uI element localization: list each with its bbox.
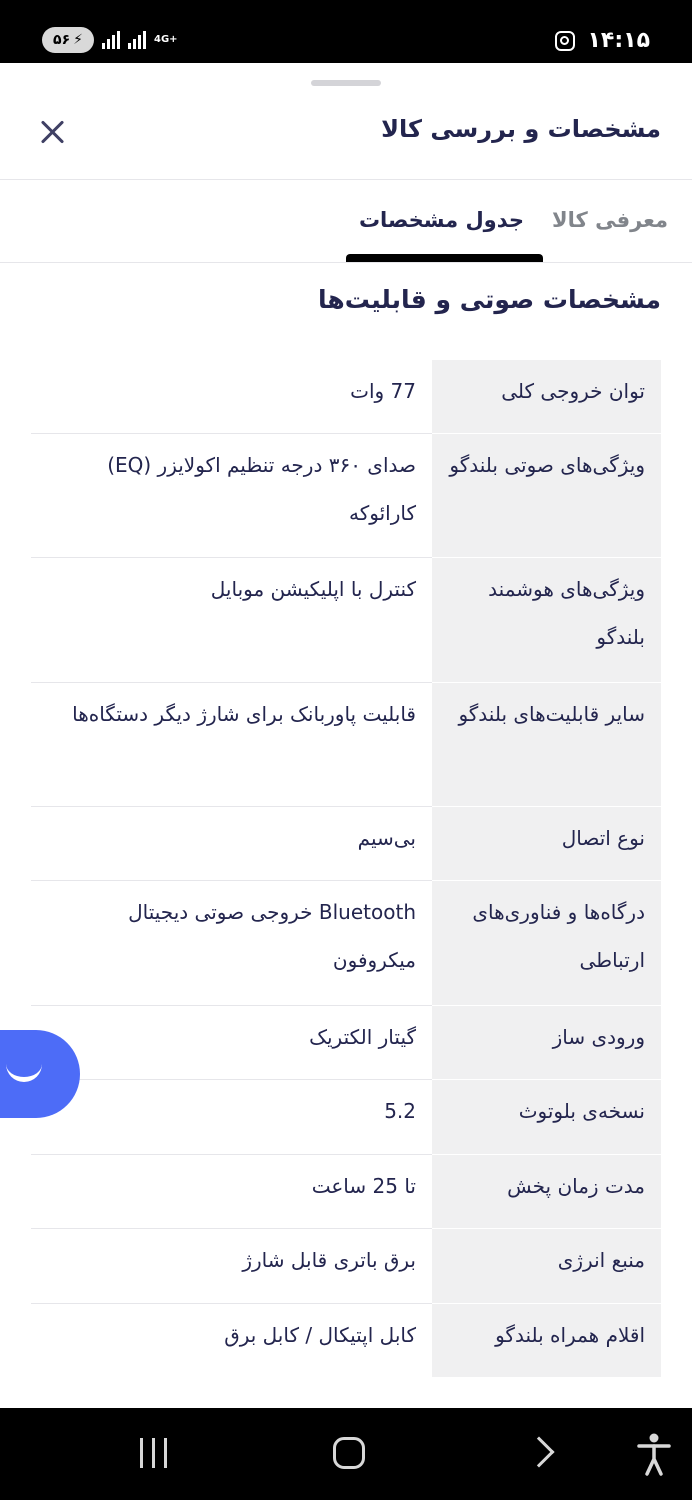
spec-key: نسخه‌ی بلوتوث [432, 1080, 661, 1155]
spec-key: ویژگی‌های صوتی بلندگو [432, 434, 661, 558]
spec-row: درگاه‌ها و فناوری‌های ارتباطی Bluetooth … [31, 881, 661, 1006]
status-left: ۵۶ ⚡ 4G+ [42, 27, 178, 53]
spec-value: بی‌سیم [31, 807, 432, 881]
spec-value: برق باتری قابل شارژ [31, 1229, 432, 1304]
home-icon[interactable] [333, 1437, 365, 1469]
network-type: 4G+ [154, 34, 178, 45]
spec-row: ورودی ساز گیتار الکتریک [31, 1006, 661, 1080]
spec-value: 5.2 [31, 1080, 432, 1155]
accessibility-icon[interactable] [636, 1432, 672, 1476]
close-icon[interactable] [36, 115, 70, 149]
spec-value: گیتار الکتریک [31, 1006, 432, 1080]
spec-key: اقلام همراه بلندگو [432, 1304, 661, 1377]
bottom-sheet: مشخصات و بررسی کالا معرفی کالا جدول مشخص… [0, 63, 692, 1408]
spec-key: سایر قابلیت‌های بلندگو [432, 683, 661, 807]
section-title: مشخصات صوتی و قابلیت‌ها [318, 285, 661, 314]
spec-key: توان خروجی کلی [432, 360, 661, 434]
sheet-title: مشخصات و بررسی کالا [381, 115, 661, 143]
battery-indicator: ۵۶ ⚡ [42, 27, 94, 53]
spec-row: منبع انرژی برق باتری قابل شارژ [31, 1229, 661, 1304]
spec-key: ورودی ساز [432, 1006, 661, 1080]
system-nav-bar [0, 1408, 692, 1500]
status-right: ۱۴:۱۵ [555, 28, 650, 53]
battery-level: ۵۶ [53, 32, 71, 48]
status-bar: ۵۶ ⚡ 4G+ ۱۴:۱۵ [0, 0, 692, 63]
tabs-divider [0, 262, 692, 263]
spec-value: 77 وات [31, 360, 432, 434]
spec-row: ویژگی‌های صوتی بلندگو صدای ۳۶۰ درجه تنظی… [31, 434, 661, 558]
spec-row: توان خروجی کلی 77 وات [31, 360, 661, 434]
tab-specs[interactable]: جدول مشخصات [359, 208, 524, 232]
status-time: ۱۴:۱۵ [587, 28, 650, 53]
spec-key: مدت زمان پخش [432, 1155, 661, 1229]
tab-intro[interactable]: معرفی کالا [552, 208, 668, 232]
signal-icon [102, 31, 120, 49]
spec-row: نوع اتصال بی‌سیم [31, 807, 661, 881]
spec-key: ویژگی‌های هوشمند بلندگو [432, 558, 661, 683]
spec-value: صدای ۳۶۰ درجه تنظیم اکولایزر (EQ) کارائو… [31, 434, 432, 558]
spec-value: کابل اپتیکال / کابل برق [224, 1323, 416, 1347]
active-tab-indicator [346, 254, 543, 262]
spec-table: توان خروجی کلی 77 وات ویژگی‌های صوتی بلن… [31, 360, 661, 1377]
spec-key: درگاه‌ها و فناوری‌های ارتباطی [432, 881, 661, 1006]
instagram-icon [555, 30, 576, 51]
spec-value: تا 25 ساعت [31, 1155, 432, 1229]
spec-row: سایر قابلیت‌های بلندگو قابلیت پاوربانک ب… [31, 683, 661, 807]
spec-value: Bluetooth خروجی صوتی دیجیتال میکروفون [31, 881, 432, 1006]
tab-bar: معرفی کالا جدول مشخصات [0, 180, 692, 262]
spec-key: منبع انرژی [432, 1229, 661, 1304]
spec-row: نسخه‌ی بلوتوث 5.2 [31, 1080, 661, 1155]
recent-apps-icon[interactable] [140, 1438, 167, 1468]
charging-icon: ⚡ [73, 32, 83, 48]
spec-row: اقلام همراه بلندگو کابل اپتیکال / کابل ب… [31, 1304, 661, 1377]
spec-value: قابلیت پاوربانک برای شارژ دیگر دستگاه‌ها [31, 683, 432, 807]
sheet-grabber[interactable] [311, 80, 381, 86]
signal-icon-2 [128, 31, 146, 49]
spec-row: ویژگی‌های هوشمند بلندگو کنترل با اپلیکیش… [31, 558, 661, 683]
spec-key: نوع اتصال [432, 807, 661, 881]
spec-value: کنترل با اپلیکیشن موبایل [31, 558, 432, 683]
chat-smile-icon [6, 1060, 42, 1082]
back-icon[interactable] [523, 1436, 555, 1468]
spec-row: مدت زمان پخش تا 25 ساعت [31, 1155, 661, 1229]
